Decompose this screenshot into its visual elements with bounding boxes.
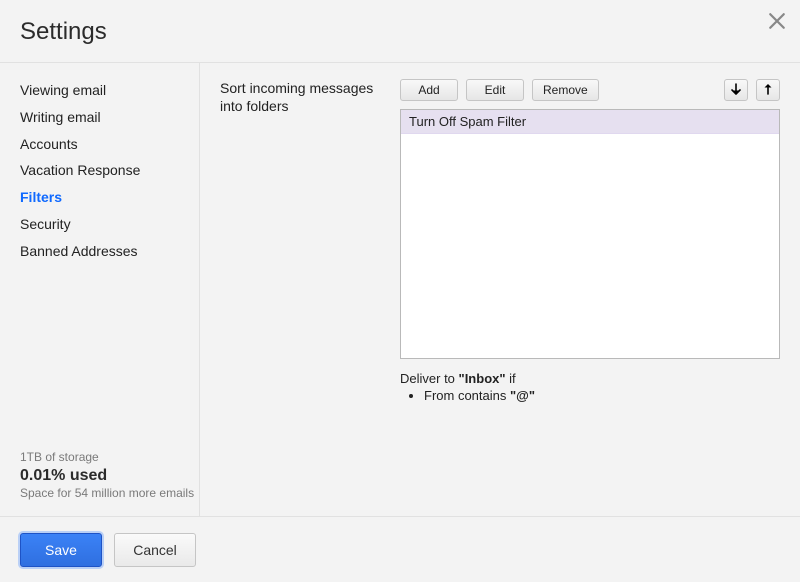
rule-folder: "Inbox"	[459, 371, 506, 386]
rule-condition-value: "@"	[510, 388, 535, 403]
filters-panel: Sort incoming messages into folders Add …	[200, 63, 800, 516]
storage-summary: 1TB of storage 0.01% used Space for 54 m…	[20, 450, 199, 516]
sidebar-item-viewing-email[interactable]: Viewing email	[20, 77, 199, 104]
rule-condition: From contains "@"	[424, 388, 780, 403]
sidebar-item-accounts[interactable]: Accounts	[20, 131, 199, 158]
cancel-button[interactable]: Cancel	[114, 533, 196, 567]
filters-main: Add Edit Remove	[400, 79, 780, 516]
storage-used: 0.01% used	[20, 466, 199, 487]
filters-description: Sort incoming messages into folders	[220, 79, 400, 516]
storage-remaining: Space for 54 million more emails	[20, 486, 199, 502]
settings-modal: Settings Viewing email Writing email Acc…	[0, 0, 800, 582]
move-down-button[interactable]	[724, 79, 748, 101]
modal-header: Settings	[0, 0, 800, 56]
edit-button[interactable]: Edit	[466, 79, 524, 101]
sidebar-item-banned-addresses[interactable]: Banned Addresses	[20, 238, 199, 265]
arrow-up-icon	[763, 83, 773, 98]
move-up-button[interactable]	[756, 79, 780, 101]
modal-footer: Save Cancel	[0, 516, 800, 582]
storage-capacity: 1TB of storage	[20, 450, 199, 466]
modal-body: Viewing email Writing email Accounts Vac…	[0, 62, 800, 516]
rule-line1: Deliver to "Inbox" if	[400, 371, 780, 386]
sidebar-nav: Viewing email Writing email Accounts Vac…	[20, 77, 199, 265]
filter-item[interactable]: Turn Off Spam Filter	[401, 110, 779, 134]
close-button[interactable]	[768, 12, 786, 30]
save-button[interactable]: Save	[20, 533, 102, 567]
sidebar-item-security[interactable]: Security	[20, 211, 199, 238]
close-icon	[768, 17, 786, 34]
sidebar: Viewing email Writing email Accounts Vac…	[0, 63, 200, 516]
sidebar-item-filters[interactable]: Filters	[20, 184, 199, 211]
filter-list[interactable]: Turn Off Spam Filter	[400, 109, 780, 359]
filters-toolbar: Add Edit Remove	[400, 79, 780, 101]
add-button[interactable]: Add	[400, 79, 458, 101]
remove-button[interactable]: Remove	[532, 79, 599, 101]
sidebar-item-writing-email[interactable]: Writing email	[20, 104, 199, 131]
arrow-down-icon	[731, 83, 741, 98]
page-title: Settings	[20, 18, 780, 46]
sidebar-item-vacation-response[interactable]: Vacation Response	[20, 157, 199, 184]
filter-rule-summary: Deliver to "Inbox" if From contains "@"	[400, 371, 780, 403]
